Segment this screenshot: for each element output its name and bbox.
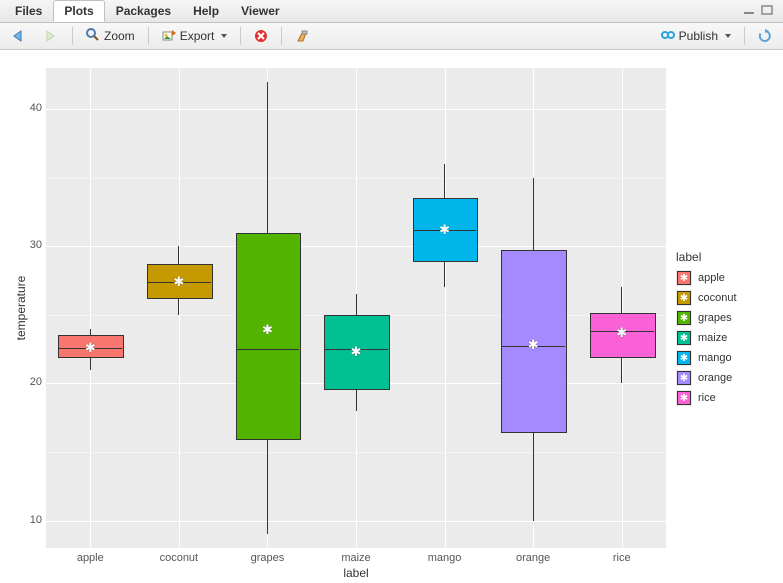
x-tick-label: grapes <box>251 552 285 564</box>
tab-plots[interactable]: Plots <box>53 0 104 22</box>
minimize-icon[interactable] <box>743 4 755 18</box>
plot-panel: ✱✱✱✱✱✱✱ <box>46 68 666 548</box>
zoom-label: Zoom <box>104 29 135 43</box>
chevron-down-icon <box>725 34 731 38</box>
x-tick-label: maize <box>341 552 370 564</box>
x-tick-label: mango <box>428 552 462 564</box>
tab-help[interactable]: Help <box>182 0 230 22</box>
maximize-icon[interactable] <box>761 4 773 18</box>
export-label: Export <box>180 29 215 43</box>
zoom-icon <box>86 28 100 45</box>
plots-toolbar: Zoom Export Publish <box>0 23 783 50</box>
legend-item-apple: ✱apple <box>676 268 776 288</box>
legend-item-maize: ✱maize <box>676 328 776 348</box>
chevron-down-icon <box>221 34 227 38</box>
legend-item-coconut: ✱coconut <box>676 288 776 308</box>
box-rice <box>590 313 656 358</box>
box-grapes <box>236 233 302 441</box>
tab-files[interactable]: Files <box>4 0 53 22</box>
publish-label: Publish <box>679 29 718 43</box>
box-orange <box>501 250 567 433</box>
publish-icon <box>661 28 675 45</box>
x-tick-label: rice <box>613 552 631 564</box>
zoom-button[interactable]: Zoom <box>81 25 140 48</box>
legend-title: label <box>676 250 776 264</box>
export-icon <box>162 28 176 45</box>
tab-viewer[interactable]: Viewer <box>230 0 290 22</box>
box-apple <box>58 335 124 358</box>
remove-plot-button[interactable] <box>249 26 273 46</box>
forward-button[interactable] <box>38 26 64 46</box>
x-axis-label: label <box>343 566 368 580</box>
box-maize <box>324 315 390 390</box>
legend-item-rice: ✱rice <box>676 388 776 408</box>
export-button[interactable]: Export <box>157 25 233 48</box>
tab-packages[interactable]: Packages <box>105 0 182 22</box>
x-tick-label: orange <box>516 552 550 564</box>
y-tick-label: 30 <box>12 239 42 251</box>
legend-item-orange: ✱orange <box>676 368 776 388</box>
legend-item-grapes: ✱grapes <box>676 308 776 328</box>
y-tick-label: 40 <box>12 102 42 114</box>
y-tick-label: 20 <box>12 376 42 388</box>
refresh-button[interactable] <box>753 26 777 46</box>
plot-area: ✱✱✱✱✱✱✱ 10 20 30 40 apple coconut grapes maize… <box>0 50 783 583</box>
legend-item-mango: ✱mango <box>676 348 776 368</box>
publish-button[interactable]: Publish <box>656 25 736 48</box>
legend: label ✱apple✱coconut✱grapes✱maize✱mango✱… <box>676 250 776 408</box>
y-tick-label: 10 <box>12 514 42 526</box>
x-tick-label: apple <box>77 552 104 564</box>
y-axis-label: temperature <box>14 276 28 341</box>
clear-plots-button[interactable] <box>290 26 316 46</box>
x-tick-label: coconut <box>160 552 199 564</box>
tab-bar: Files Plots Packages Help Viewer <box>0 0 783 23</box>
back-button[interactable] <box>6 26 32 46</box>
